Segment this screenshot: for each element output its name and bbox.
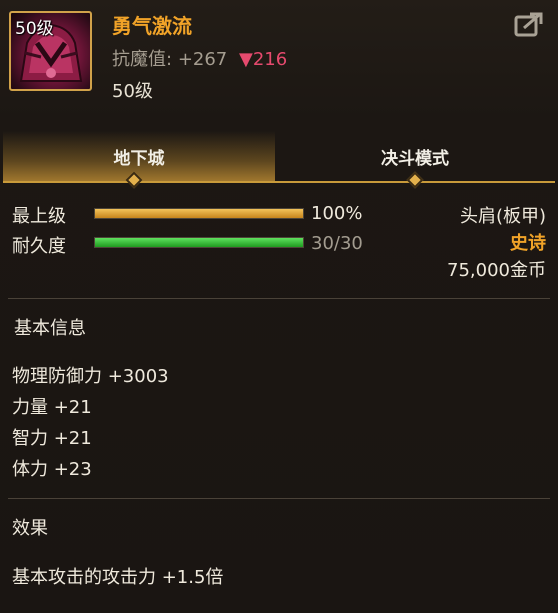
magic-resist-stat: 抗魔值: +267 ▼216 — [112, 45, 287, 71]
grade-value: 100% — [311, 203, 363, 224]
attribute-line: 物理防御力 +3003 — [12, 366, 169, 387]
share-export-icon — [514, 12, 543, 37]
durability-value: 30/30 — [311, 233, 363, 254]
item-price: 75,000金币 — [447, 260, 546, 281]
effects-title: 效果 — [12, 518, 48, 539]
durability-bar — [94, 237, 304, 248]
item-name: 勇气激流 — [112, 14, 192, 38]
attribute-line: 智力 +21 — [12, 428, 92, 449]
effect-line: 基本攻击的攻击力 +1.5倍 — [12, 567, 224, 588]
required-level: 50级 — [112, 81, 153, 102]
grade-bar-fill — [95, 209, 303, 218]
epic-shoulder-armor-icon: 50级 — [9, 11, 92, 91]
grade-label: 最上级 — [12, 206, 66, 227]
divider — [8, 298, 550, 299]
mode-tabs: 地下城 决斗模式 — [3, 131, 555, 183]
item-slot: 头肩(板甲) — [459, 206, 546, 227]
magic-resist-diff: ▼216 — [239, 49, 288, 70]
magic-resist-value: +267 — [177, 49, 228, 70]
share-button[interactable] — [513, 11, 545, 39]
item-rarity: 史诗 — [510, 233, 546, 254]
item-tooltip-panel: 50级 勇气激流 抗魔值: +267 ▼216 50级 地下城 决斗模式 最上级… — [0, 0, 558, 613]
grade-bar — [94, 208, 304, 219]
attribute-line: 力量 +21 — [12, 397, 92, 418]
tab-dungeon[interactable]: 地下城 — [3, 131, 275, 181]
item-level-badge: 50级 — [15, 19, 54, 39]
magic-resist-label: 抗魔值: — [112, 49, 173, 70]
attribute-line: 体力 +23 — [12, 459, 92, 480]
divider — [8, 498, 550, 499]
basic-info-title: 基本信息 — [14, 318, 86, 339]
durability-bar-fill — [95, 238, 303, 247]
durability-label: 耐久度 — [12, 236, 66, 257]
